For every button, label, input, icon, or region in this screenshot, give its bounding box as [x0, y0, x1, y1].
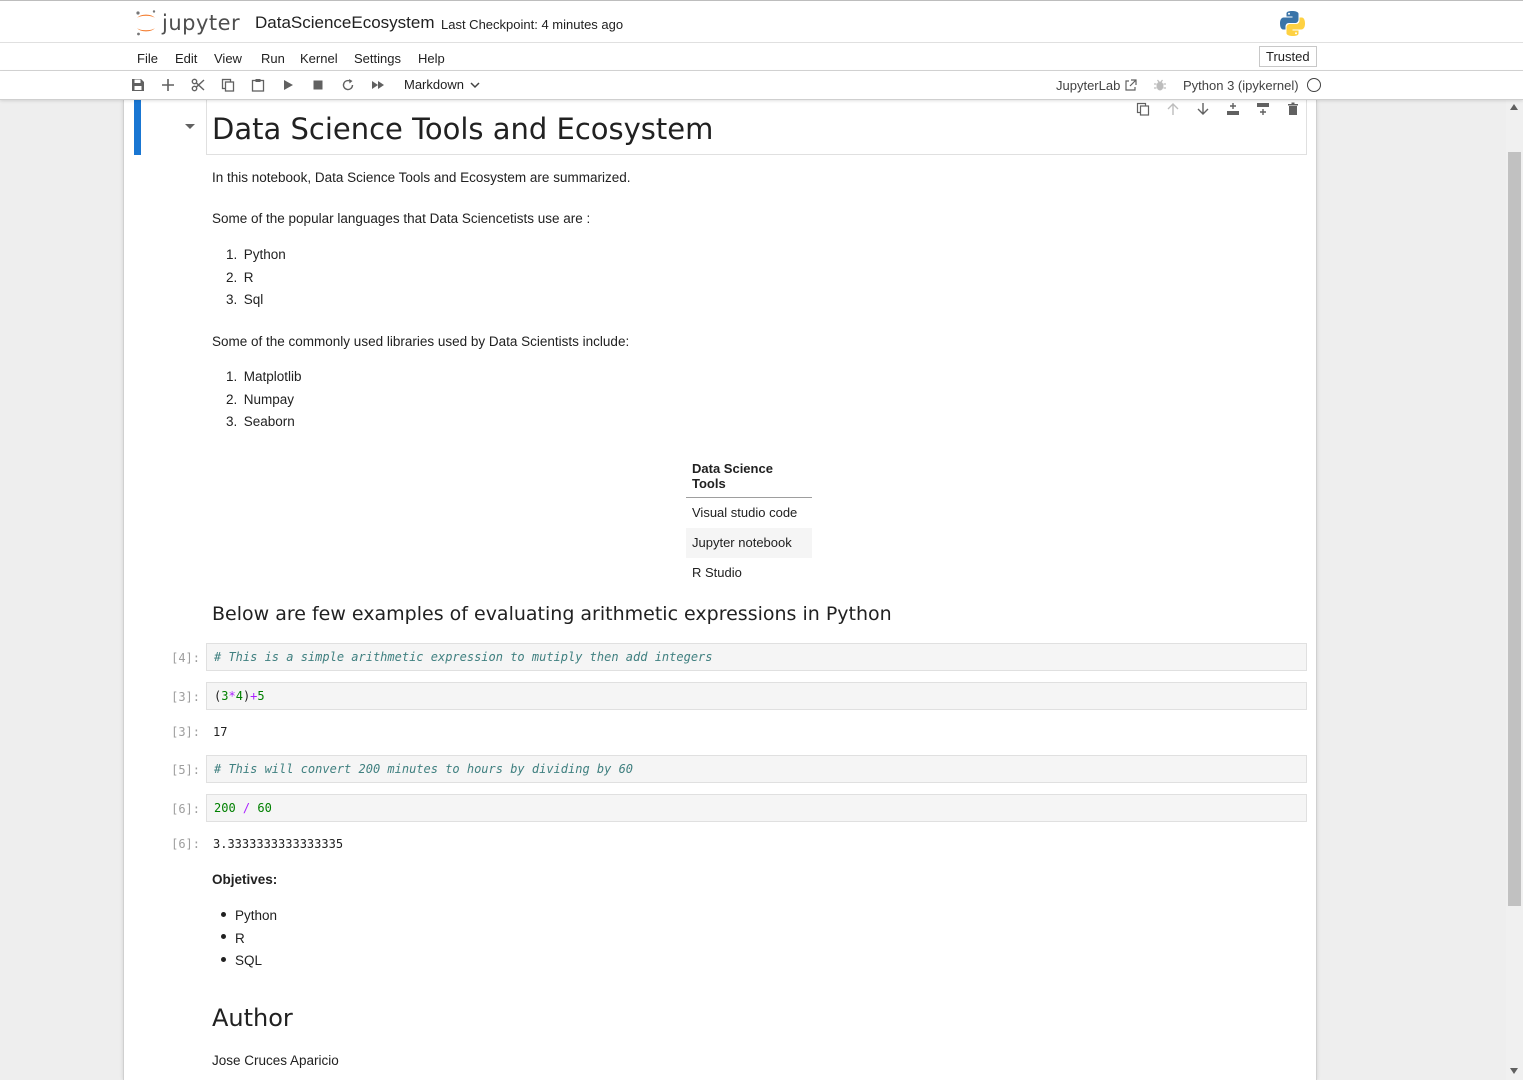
code-comment: # This is a simple arithmetic expression…	[214, 650, 713, 664]
libraries-heading: Some of the commonly used libraries used…	[212, 334, 630, 349]
python-logo-icon	[1280, 11, 1305, 36]
cell-toolbar	[1135, 101, 1301, 117]
output-prompt: [6]:	[171, 837, 200, 851]
add-cell-icon[interactable]	[160, 77, 176, 93]
move-down-icon[interactable]	[1195, 101, 1211, 117]
jupyterlab-link-label: JupyterLab	[1056, 78, 1121, 93]
notebook-toolbar: Markdown JupyterLab Python 3 (ipykernel)	[0, 71, 1523, 100]
fast-forward-icon[interactable]	[370, 77, 386, 93]
objectives-heading: Objetives:	[212, 872, 278, 887]
code-comment: # This will convert 200 minutes to hours…	[214, 762, 634, 776]
insert-below-icon[interactable]	[1255, 101, 1271, 117]
intro-text: In this notebook, Data Science Tools and…	[212, 170, 631, 185]
list-item: Python	[221, 905, 277, 928]
scroll-down-arrow-icon[interactable]	[1510, 1068, 1518, 1074]
list-item: 2. Numpay	[226, 391, 295, 407]
checkpoint-status: Last Checkpoint: 4 minutes ago	[441, 17, 624, 32]
menu-run[interactable]: Run	[261, 51, 285, 66]
jupyter-logo[interactable]: jupyter	[134, 8, 240, 38]
top-header: jupyter DataScienceEcosystem Last Checkp…	[0, 0, 1523, 43]
list-item: 3. Sql	[226, 292, 264, 307]
list-item: 1. Matplotlib	[226, 369, 302, 384]
jupyterlab-link[interactable]: JupyterLab	[1056, 78, 1137, 93]
vertical-scrollbar[interactable]	[1506, 100, 1523, 1080]
copy-icon[interactable]	[220, 77, 236, 93]
menu-kernel[interactable]: Kernel	[300, 51, 338, 66]
cell-type-dropdown[interactable]: Markdown	[404, 77, 480, 92]
menu-view[interactable]: View	[214, 51, 242, 66]
code-cell[interactable]: # This will convert 200 minutes to hours…	[206, 755, 1307, 783]
menu-edit[interactable]: Edit	[175, 51, 197, 66]
paste-icon[interactable]	[250, 77, 266, 93]
notebook-title-heading: Data Science Tools and Ecosystem	[212, 112, 714, 146]
kernel-status-circle-icon	[1307, 78, 1321, 92]
table-header: Data Science Tools	[686, 458, 812, 498]
table-cell: Visual studio code	[692, 505, 798, 521]
cell-type-value: Markdown	[404, 77, 464, 92]
arithmetic-heading: Below are few examples of evaluating ari…	[212, 603, 892, 625]
list-item: R	[221, 928, 277, 951]
trusted-badge[interactable]: Trusted	[1259, 46, 1317, 67]
list-item: 1. Python	[226, 247, 286, 262]
list-item: 3. Seaborn	[226, 414, 295, 429]
menu-help[interactable]: Help	[418, 51, 445, 66]
input-prompt: [5]:	[171, 763, 200, 777]
external-link-icon	[1125, 79, 1137, 91]
tools-table: Data Science Tools Visual studio code Ju…	[686, 458, 812, 588]
save-icon[interactable]	[130, 77, 146, 93]
code-cell[interactable]: (3*4)+5	[206, 682, 1307, 710]
notebook-name[interactable]: DataScienceEcosystem	[255, 13, 435, 33]
jupyter-logo-text: jupyter	[162, 11, 241, 35]
languages-list: 1. Python 2. R 3. Sql	[226, 244, 286, 312]
menu-file[interactable]: File	[137, 51, 158, 66]
list-item: 2. R	[226, 269, 254, 285]
insert-above-icon[interactable]	[1225, 101, 1241, 117]
collapse-heading-icon[interactable]	[185, 124, 195, 129]
cut-icon[interactable]	[190, 77, 206, 93]
table-cell: Jupyter notebook	[686, 527, 812, 558]
author-heading: Author	[212, 1004, 293, 1032]
duplicate-cell-icon[interactable]	[1135, 101, 1151, 117]
objectives-list: Python R SQL	[221, 905, 277, 973]
code-cell[interactable]: 200 / 60	[206, 794, 1307, 822]
run-icon[interactable]	[280, 77, 296, 93]
libraries-list: 1. Matplotlib 2. Numpay 3. Seaborn	[226, 366, 302, 434]
input-prompt: [4]:	[171, 651, 200, 665]
code-cell[interactable]: # This is a simple arithmetic expression…	[206, 643, 1307, 671]
menu-settings[interactable]: Settings	[354, 51, 401, 66]
output-prompt: [3]:	[171, 725, 200, 739]
active-cell-indicator	[134, 100, 141, 155]
chevron-down-icon	[470, 81, 480, 88]
notebook-panel: Data Science Tools and Ecosystem In this…	[123, 100, 1317, 1080]
scrollbar-thumb[interactable]	[1508, 152, 1521, 906]
stop-icon[interactable]	[310, 77, 326, 93]
languages-heading: Some of the popular languages that Data …	[212, 211, 591, 226]
scroll-up-arrow-icon[interactable]	[1510, 104, 1518, 110]
debugger-icon[interactable]	[1153, 78, 1167, 92]
jupyter-logo-icon	[136, 10, 156, 36]
delete-cell-icon[interactable]	[1285, 101, 1301, 117]
move-up-icon[interactable]	[1165, 101, 1181, 117]
kernel-name[interactable]: Python 3 (ipykernel)	[1183, 78, 1299, 93]
list-item: SQL	[221, 950, 277, 973]
menu-bar: File Edit View Run Kernel Settings Help …	[0, 43, 1523, 71]
author-name: Jose Cruces Aparicio	[212, 1053, 339, 1068]
restart-icon[interactable]	[340, 77, 356, 93]
input-prompt: [3]:	[171, 690, 200, 704]
cell-output: 17	[213, 725, 228, 739]
cell-output: 3.3333333333333335	[213, 837, 344, 851]
table-cell: R Studio	[692, 565, 742, 580]
input-prompt: [6]:	[171, 802, 200, 816]
